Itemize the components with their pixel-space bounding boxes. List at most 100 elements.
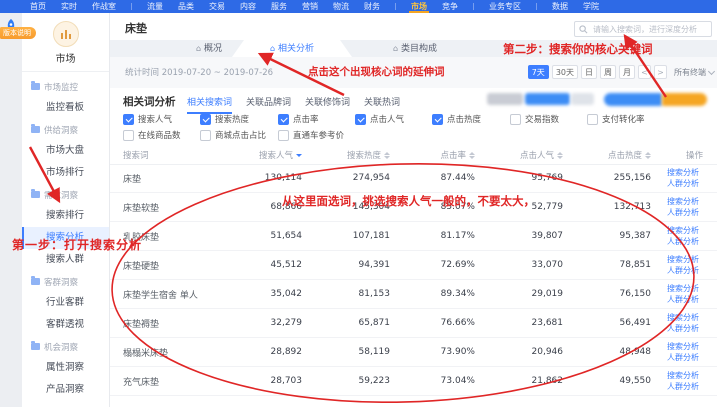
action-link-搜索分析[interactable]: 搜索分析 [667, 342, 707, 352]
column-header-点击热度[interactable]: 点击热度 [577, 149, 665, 161]
metric-直通车参考价[interactable]: 直通车参考价 [278, 129, 344, 141]
sidebar-item-客群透视[interactable]: 客群透视 [22, 314, 109, 336]
action-link-人群分析[interactable]: 人群分析 [667, 324, 707, 334]
column-header-点击率[interactable]: 点击率 [404, 149, 489, 161]
sidebar-item-属性洞察[interactable]: 属性洞察 [22, 357, 109, 379]
sidebar-item-搜索分析[interactable]: 搜索分析 [22, 227, 109, 249]
redacted-button[interactable] [525, 93, 570, 105]
sidebar-group-需求洞察[interactable]: 需求洞察 [22, 184, 109, 205]
redacted-button[interactable] [571, 93, 594, 105]
nav-item-作战室[interactable]: 作战室 [92, 0, 116, 13]
redacted-button[interactable] [662, 93, 707, 106]
checkbox [200, 114, 211, 125]
nav-item-业务专区[interactable]: 业务专区 [489, 0, 521, 13]
nav-item-交易[interactable]: 交易 [209, 0, 225, 13]
redacted-button[interactable] [604, 93, 662, 106]
column-header-搜索人气[interactable]: 搜索人气 [228, 149, 316, 161]
table-row: 榻榻米床垫28,89258,11973.90%20,94648,948搜索分析人… [110, 338, 717, 367]
table-header: 搜索词搜索人气搜索热度点击率点击人气点击热度操作 [110, 146, 717, 165]
nav-item-实时[interactable]: 实时 [61, 0, 77, 13]
nav-item-财务[interactable]: 财务 [364, 0, 380, 13]
keyword-cell: 充气床垫 [123, 375, 228, 388]
prev-page-button[interactable]: < [638, 65, 651, 79]
panel-tab-关联热词[interactable]: 关联热词 [364, 95, 400, 114]
action-link-搜索分析[interactable]: 搜索分析 [667, 197, 707, 207]
search-icon [579, 25, 588, 34]
nav-item-流量[interactable]: 流量 [147, 0, 163, 13]
redacted-button[interactable] [487, 93, 523, 105]
metric-搜索热度[interactable]: 搜索热度 [200, 113, 249, 125]
nav-item-服务[interactable]: 服务 [271, 0, 287, 13]
tab-相关分析[interactable]: ⌂相关分析 [232, 40, 352, 57]
sidebar-group-客群洞察[interactable]: 客群洞察 [22, 271, 109, 292]
column-header-搜索热度[interactable]: 搜索热度 [316, 149, 404, 161]
action-link-搜索分析[interactable]: 搜索分析 [667, 313, 707, 323]
nav-item-营销[interactable]: 营销 [302, 0, 318, 13]
action-link-搜索分析[interactable]: 搜索分析 [667, 255, 707, 265]
metric-搜索人气[interactable]: 搜索人气 [123, 113, 172, 125]
date-filter-月[interactable]: 月 [619, 65, 635, 79]
value-cell: 65,871 [316, 318, 404, 328]
tab-概况[interactable]: ⌂概况 [179, 40, 239, 57]
metric-点击热度[interactable]: 点击热度 [432, 113, 481, 125]
value-cell: 130,114 [228, 173, 316, 183]
date-filter-周[interactable]: 周 [600, 65, 616, 79]
metric-交易指数[interactable]: 交易指数 [510, 113, 559, 125]
sidebar-item-市场排行[interactable]: 市场排行 [22, 162, 109, 184]
sidebar-group-市场监控[interactable]: 市场监控 [22, 76, 109, 97]
column-header-点击人气[interactable]: 点击人气 [489, 149, 577, 161]
keyword-search-box[interactable] [574, 21, 712, 37]
action-link-人群分析[interactable]: 人群分析 [667, 266, 707, 276]
nav-item-首页[interactable]: 首页 [30, 0, 46, 13]
action-link-搜索分析[interactable]: 搜索分析 [667, 284, 707, 294]
search-input[interactable] [591, 24, 707, 35]
metric-商城点击占比[interactable]: 商城点击占比 [200, 129, 266, 141]
action-link-人群分析[interactable]: 人群分析 [667, 208, 707, 218]
date-filter-30天[interactable]: 30天 [552, 65, 578, 79]
sort-icon [296, 154, 302, 157]
date-filter-日[interactable]: 日 [581, 65, 597, 79]
keyword-cell: 床垫软垫 [123, 201, 228, 214]
nav-item-竞争[interactable]: 竞争 [442, 0, 458, 13]
action-link-搜索分析[interactable]: 搜索分析 [667, 371, 707, 381]
sidebar-module-market[interactable]: 市场 [22, 13, 109, 72]
nav-item-内容[interactable]: 内容 [240, 0, 256, 13]
sidebar-item-搜索排行[interactable]: 搜索排行 [22, 205, 109, 227]
terminal-filter-dropdown[interactable]: 所有终端 [674, 67, 714, 78]
sidebar-menu: 市场监控监控看板供给洞察市场大盘市场排行需求洞察搜索排行搜索分析搜索人群客群洞察… [22, 76, 109, 401]
metric-点击率[interactable]: 点击率 [278, 113, 319, 125]
panel-tab-相关搜索词[interactable]: 相关搜索词 [187, 95, 232, 114]
sidebar-item-监控看板[interactable]: 监控看板 [22, 97, 109, 119]
panel-tab-关联品牌词[interactable]: 关联品牌词 [246, 95, 291, 114]
sidebar-group-供给洞察[interactable]: 供给洞察 [22, 119, 109, 140]
action-link-人群分析[interactable]: 人群分析 [667, 179, 707, 189]
nav-item-物流[interactable]: 物流 [333, 0, 349, 13]
next-page-button[interactable]: > [654, 65, 667, 79]
sidebar-item-产品洞察[interactable]: 产品洞察 [22, 379, 109, 401]
panel-tab-关联修饰词[interactable]: 关联修饰词 [305, 95, 350, 114]
sidebar-item-行业客群[interactable]: 行业客群 [22, 292, 109, 314]
sidebar-group-机会洞察[interactable]: 机会洞察 [22, 336, 109, 357]
value-cell: 20,946 [489, 347, 577, 357]
nav-item-数据[interactable]: 数据 [552, 0, 568, 13]
action-link-人群分析[interactable]: 人群分析 [667, 353, 707, 363]
date-filter-7天[interactable]: 7天 [528, 65, 549, 79]
row-actions: 搜索分析人群分析 [665, 284, 707, 305]
metric-点击人气[interactable]: 点击人气 [355, 113, 404, 125]
action-link-搜索分析[interactable]: 搜索分析 [667, 168, 707, 178]
tab-类目构成[interactable]: ⌂类目构成 [375, 40, 455, 57]
action-link-人群分析[interactable]: 人群分析 [667, 237, 707, 247]
action-link-人群分析[interactable]: 人群分析 [667, 382, 707, 392]
action-link-搜索分析[interactable]: 搜索分析 [667, 226, 707, 236]
tab-bar: ⌂概况⌂相关分析 ⌂类目构成 [110, 40, 717, 57]
version-badge[interactable]: 版本说明 [0, 27, 36, 39]
metric-支付转化率[interactable]: 支付转化率 [587, 113, 645, 125]
nav-item-市场[interactable]: 市场 [411, 0, 427, 13]
sidebar-item-搜索人群[interactable]: 搜索人群 [22, 249, 109, 271]
action-link-人群分析[interactable]: 人群分析 [667, 295, 707, 305]
nav-item-品类[interactable]: 品类 [178, 0, 194, 13]
sidebar-item-市场大盘[interactable]: 市场大盘 [22, 140, 109, 162]
value-cell: 28,892 [228, 347, 316, 357]
nav-item-学院[interactable]: 学院 [583, 0, 599, 13]
metric-在线商品数[interactable]: 在线商品数 [123, 129, 181, 141]
